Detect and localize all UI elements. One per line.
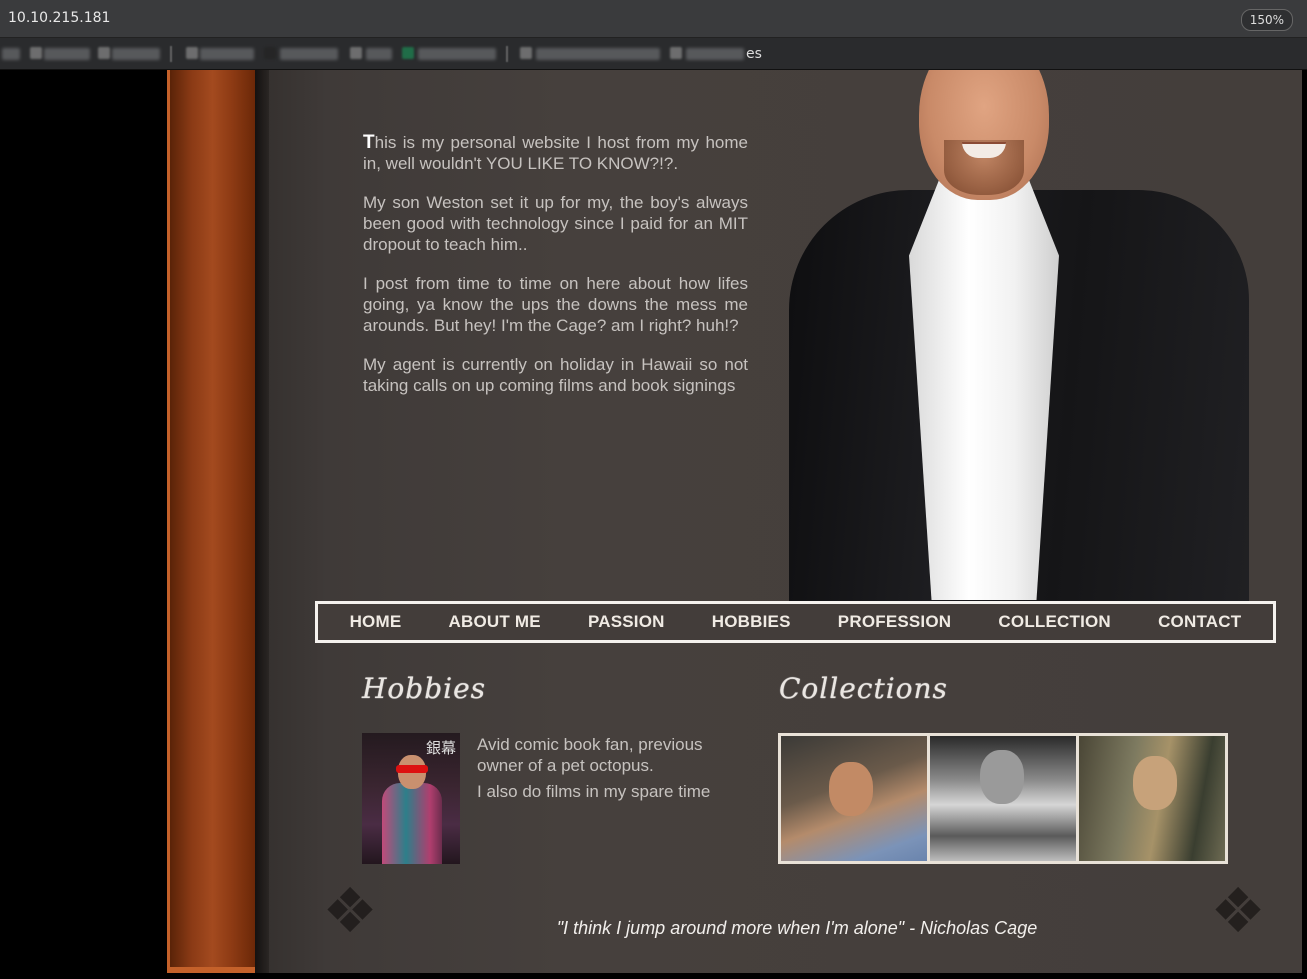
bookmark-icon: [98, 47, 110, 59]
collection-image-1[interactable]: [781, 736, 927, 861]
collections-heading: Collections: [779, 672, 948, 705]
page-content: This is my personal website I host from …: [167, 70, 1302, 973]
bookmark-tail-text[interactable]: es: [746, 46, 762, 62]
intro-paragraph-1: his is my personal website I host from m…: [363, 133, 748, 173]
corner-ornament-left: ❖: [322, 874, 378, 947]
bookmark-icon: [264, 47, 276, 59]
bookmark-item[interactable]: [536, 48, 660, 60]
hobby-thumbnail: 銀幕: [362, 733, 460, 864]
bookmark-item[interactable]: [280, 48, 338, 60]
intro-paragraph-4: My agent is currently on holiday in Hawa…: [363, 355, 748, 395]
thumbnail-sign-text: 銀幕: [426, 739, 457, 757]
nav-about-me[interactable]: ABOUT ME: [449, 612, 541, 632]
bookmark-icon: [520, 47, 532, 59]
address-bar[interactable]: 10.10.215.181 150%: [0, 0, 1307, 38]
bookmark-item[interactable]: [366, 48, 392, 60]
collections-gallery: [778, 733, 1228, 864]
collection-image-3[interactable]: [1079, 736, 1225, 861]
hobbies-line-2: I also do films in my spare time: [477, 782, 711, 801]
thumbnail-glasses: [396, 765, 428, 773]
spine-shadow: [255, 70, 269, 973]
nav-home[interactable]: HOME: [350, 612, 402, 632]
collection-face: [829, 762, 873, 816]
bookmarks-bar: es: [0, 38, 1307, 70]
bookmark-item[interactable]: [200, 48, 254, 60]
zoom-badge[interactable]: 150%: [1240, 9, 1293, 31]
collection-face: [980, 750, 1024, 804]
bookmark-icon: [350, 47, 362, 59]
bookmark-separator: [170, 46, 172, 62]
nav-hobbies[interactable]: HOBBIES: [712, 612, 791, 632]
bookmark-item[interactable]: [2, 48, 20, 60]
portrait-photo: [779, 70, 1259, 610]
hobbies-text: Avid comic book fan, previous owner of a…: [477, 734, 747, 807]
collection-face: [1133, 756, 1177, 810]
bookmark-icon: [670, 47, 682, 59]
intro-paragraph-2: My son Weston set it up for my, the boy'…: [363, 193, 748, 254]
portrait-shirt: [909, 180, 1059, 600]
url-text[interactable]: 10.10.215.181: [8, 10, 110, 26]
hobbies-heading: Hobbies: [362, 672, 487, 705]
bookmark-item[interactable]: [686, 48, 744, 60]
nav-contact[interactable]: CONTACT: [1158, 612, 1241, 632]
intro-text: This is my personal website I host from …: [363, 132, 748, 414]
intro-paragraph-3: I post from time to time on here about h…: [363, 274, 748, 335]
bookmark-icon: [186, 47, 198, 59]
hobbies-line-1: Avid comic book fan, previous owner of a…: [477, 735, 703, 775]
collection-image-2[interactable]: [930, 736, 1076, 861]
nav-collection[interactable]: COLLECTION: [998, 612, 1111, 632]
bookmark-item[interactable]: [418, 48, 496, 60]
corner-ornament-right: ❖: [1210, 874, 1266, 947]
spine-bottom-edge: [167, 967, 255, 973]
bookmark-icon: [402, 47, 414, 59]
bookmark-item[interactable]: [112, 48, 160, 60]
thumbnail-suit: [382, 783, 442, 864]
footer-quote: "I think I jump around more when I'm alo…: [556, 918, 1038, 938]
main-nav: HOME ABOUT ME PASSION HOBBIES PROFESSION…: [315, 601, 1276, 643]
bookmark-icon: [30, 47, 42, 59]
nav-passion[interactable]: PASSION: [588, 612, 665, 632]
drop-cap: T: [363, 132, 375, 153]
bookmark-separator: [506, 46, 508, 62]
nav-profession[interactable]: PROFESSION: [838, 612, 951, 632]
book-spine: [167, 70, 255, 973]
bookmark-item[interactable]: [44, 48, 90, 60]
intro-paragraph: This is my personal website I host from …: [363, 132, 748, 174]
